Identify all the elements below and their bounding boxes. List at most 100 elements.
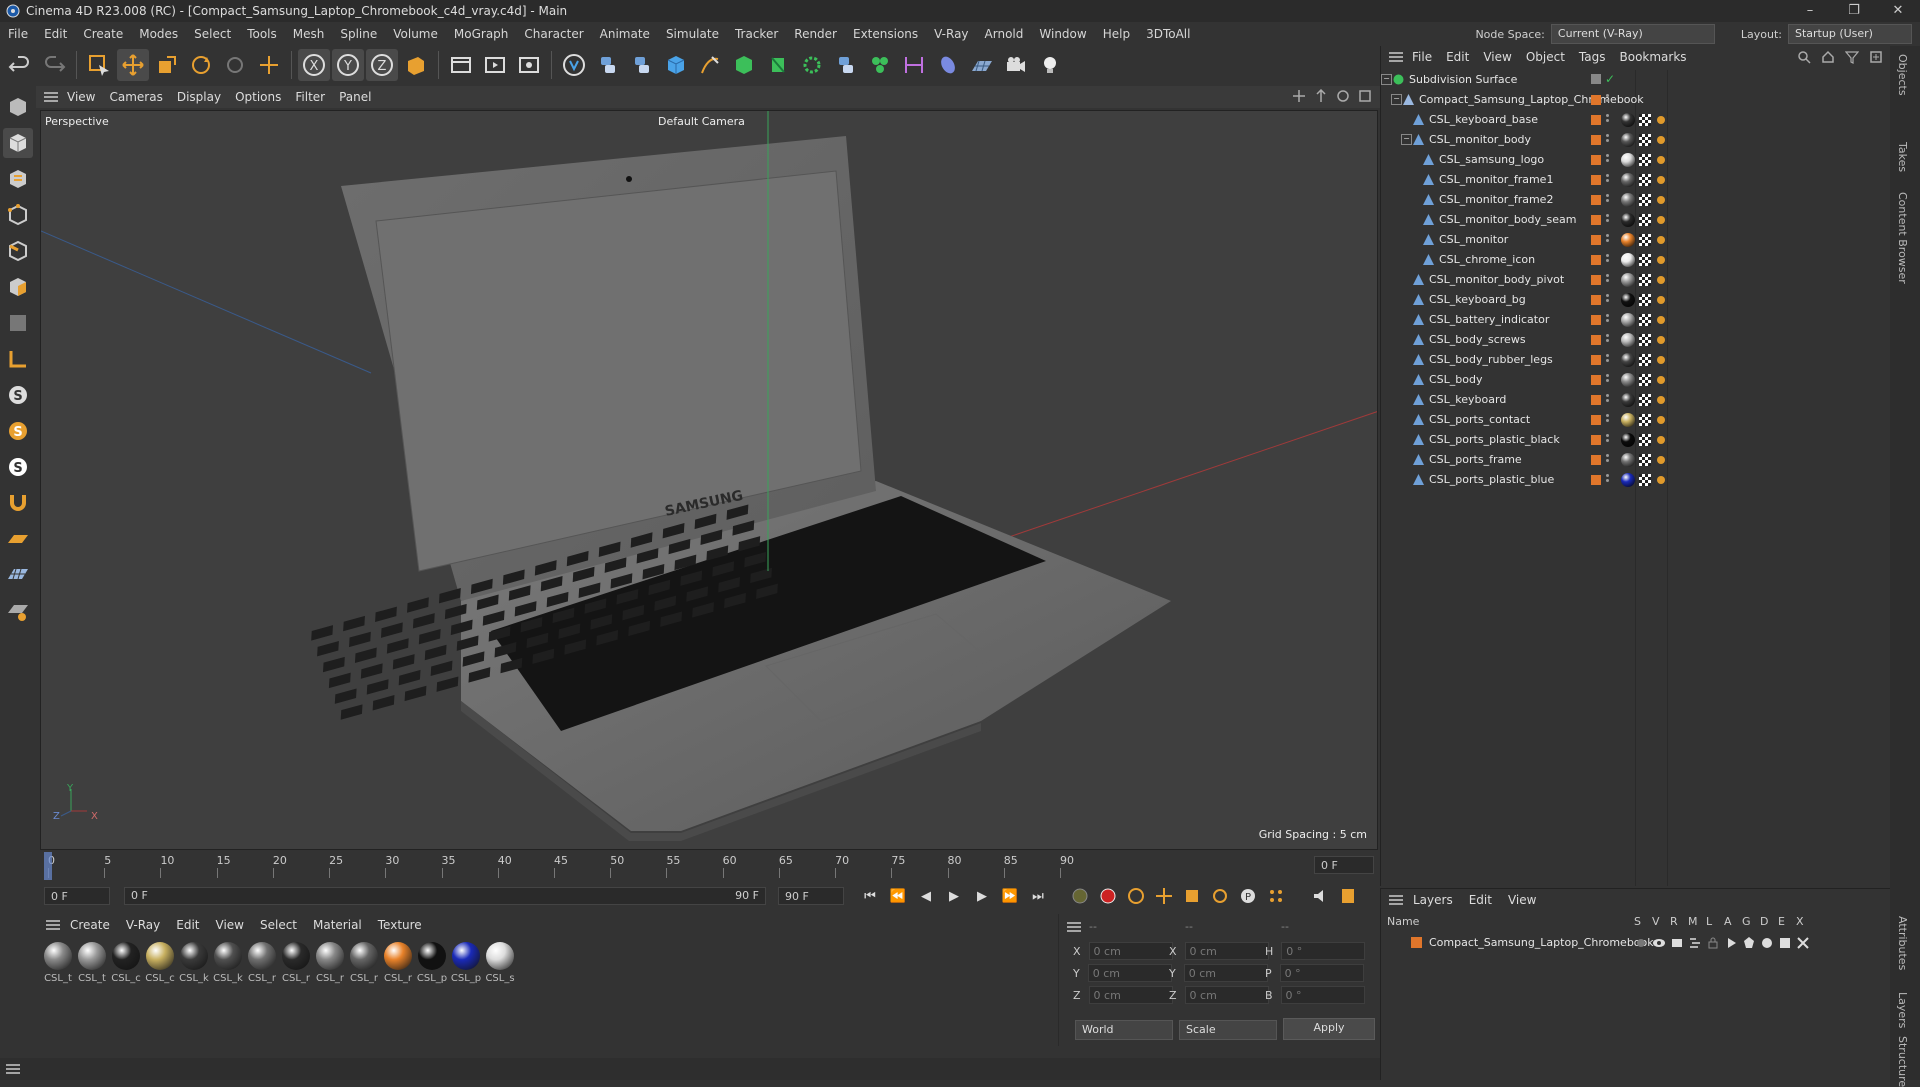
coordinate-input[interactable]: 0 cm xyxy=(1184,942,1269,960)
material-swatch[interactable]: CSL_k xyxy=(178,942,210,984)
expand-toggle-icon[interactable]: − xyxy=(1391,94,1402,105)
vray-tag-icon[interactable] xyxy=(1657,436,1665,444)
previous-key-icon[interactable]: ⏪ xyxy=(886,884,910,908)
object-row[interactable]: CSL_ports_frame xyxy=(1381,450,1891,470)
grid-plane-icon[interactable] xyxy=(3,524,33,554)
visibility-dots-icon[interactable] xyxy=(1606,433,1610,447)
effector-icon[interactable] xyxy=(864,49,896,81)
next-frame-icon[interactable]: ▶ xyxy=(970,884,994,908)
start-frame-field[interactable]: 0 F xyxy=(44,887,110,905)
vray-tag-icon[interactable] xyxy=(1657,376,1665,384)
live-selection-icon[interactable] xyxy=(83,49,115,81)
material-menu-item[interactable]: Create xyxy=(62,918,118,932)
material-tag-icon[interactable] xyxy=(1621,253,1635,267)
apply-button[interactable]: Apply xyxy=(1283,1018,1375,1040)
vray-tag-icon[interactable] xyxy=(1657,296,1665,304)
menu-item[interactable]: Tracker xyxy=(727,27,786,41)
vray-tag-icon[interactable] xyxy=(1657,216,1665,224)
record-keys-icon[interactable] xyxy=(1068,884,1092,908)
point-level-animation-icon[interactable] xyxy=(1264,884,1288,908)
material-tag-icon[interactable] xyxy=(1621,273,1635,287)
material-tag-icon[interactable] xyxy=(1621,213,1635,227)
hamburger-menu-icon[interactable] xyxy=(1387,50,1405,64)
material-tag-icon[interactable] xyxy=(1621,293,1635,307)
layer-color-swatch[interactable] xyxy=(1591,74,1601,84)
uvw-tag-icon[interactable] xyxy=(1639,394,1651,406)
object-row[interactable]: CSL_body xyxy=(1381,370,1891,390)
material-tag-icon[interactable] xyxy=(1621,313,1635,327)
layer-color-swatch[interactable] xyxy=(1591,355,1601,365)
light-icon[interactable] xyxy=(1034,49,1066,81)
expand-toggle-icon[interactable]: − xyxy=(1381,74,1392,85)
layer-color-swatch[interactable] xyxy=(1591,195,1601,205)
layer-color-swatch[interactable] xyxy=(1591,235,1601,245)
object-menu-item[interactable]: Object xyxy=(1519,50,1572,64)
material-tag-icon[interactable] xyxy=(1621,233,1635,247)
visibility-dots-icon[interactable] xyxy=(1606,253,1610,267)
uvw-tag-icon[interactable] xyxy=(1639,194,1651,206)
visibility-dots-icon[interactable] xyxy=(1606,113,1610,127)
go-to-end-icon[interactable]: ⏭ xyxy=(1026,884,1050,908)
frame-range-slider[interactable]: 0 F 90 F xyxy=(124,887,766,905)
structure-tab[interactable]: Structure xyxy=(1896,1036,1909,1087)
timeline-ruler[interactable]: 051015202530354045505560657075808590 0 F xyxy=(40,852,1378,880)
material-tag-icon[interactable] xyxy=(1621,333,1635,347)
material-tag-icon[interactable] xyxy=(1621,433,1635,447)
mograph-cloner-icon[interactable] xyxy=(796,49,828,81)
visible-in-editor-icon[interactable] xyxy=(1652,936,1666,950)
visibility-dots-icon[interactable] xyxy=(1606,373,1610,387)
material-tag-icon[interactable] xyxy=(1621,153,1635,167)
maximize-view-icon[interactable] xyxy=(1358,89,1372,103)
visibility-dots-icon[interactable] xyxy=(1606,213,1610,227)
menu-item[interactable]: MoGraph xyxy=(446,27,517,41)
new-view-icon[interactable] xyxy=(1869,50,1883,64)
texture-mode-icon[interactable] xyxy=(3,164,33,194)
python-script-icon[interactable] xyxy=(626,49,658,81)
visibility-dots-icon[interactable] xyxy=(1606,173,1610,187)
hamburger-menu-icon[interactable] xyxy=(1387,893,1405,907)
visibility-dots-icon[interactable] xyxy=(1606,473,1610,487)
object-row[interactable]: CSL_keyboard xyxy=(1381,390,1891,410)
rotation-key-icon[interactable] xyxy=(1208,884,1232,908)
object-row[interactable]: CSL_monitor_frame2 xyxy=(1381,190,1891,210)
cube-primitive-icon[interactable] xyxy=(660,49,692,81)
visibility-dots-icon[interactable] xyxy=(1606,293,1610,307)
layer-menu-item[interactable]: Edit xyxy=(1461,893,1500,907)
current-frame-field[interactable]: 0 F xyxy=(1314,856,1374,874)
viewport-menu-item[interactable]: Options xyxy=(228,90,288,104)
menu-item[interactable]: 3DToAll xyxy=(1138,27,1198,41)
vray-tag-icon[interactable] xyxy=(1657,396,1665,404)
visibility-dots-icon[interactable] xyxy=(1606,93,1610,107)
vray-tag-icon[interactable] xyxy=(1657,476,1665,484)
menu-item[interactable]: Mesh xyxy=(285,27,333,41)
object-row[interactable]: CSL_keyboard_bg xyxy=(1381,290,1891,310)
coordinate-input[interactable]: 0 ° xyxy=(1279,964,1364,982)
layer-menu-item[interactable]: View xyxy=(1500,893,1544,907)
menu-item[interactable]: Render xyxy=(786,27,845,41)
vray-tag-icon[interactable] xyxy=(1657,136,1665,144)
objects-tab[interactable]: Objects xyxy=(1896,54,1909,96)
object-row[interactable]: CSL_body_screws xyxy=(1381,330,1891,350)
layer-color-swatch[interactable] xyxy=(1591,135,1601,145)
coordinate-input[interactable]: 0 ° xyxy=(1280,986,1365,1004)
position-key-icon[interactable] xyxy=(1152,884,1176,908)
layer-color-swatch[interactable] xyxy=(1591,295,1601,305)
menu-item[interactable]: Modes xyxy=(131,27,186,41)
object-row[interactable]: CSL_ports_plastic_black xyxy=(1381,430,1891,450)
object-row[interactable]: CSL_chrome_icon xyxy=(1381,250,1891,270)
material-menu-item[interactable]: Material xyxy=(305,918,370,932)
move-tool-icon[interactable] xyxy=(117,49,149,81)
python-generator-icon[interactable] xyxy=(830,49,862,81)
layer-color-swatch[interactable] xyxy=(1591,335,1601,345)
grid-snap-icon[interactable] xyxy=(3,560,33,590)
layer-row[interactable]: Compact_Samsung_Laptop_Chromebook xyxy=(1381,933,1891,953)
uvw-tag-icon[interactable] xyxy=(1639,134,1651,146)
uvw-tag-icon[interactable] xyxy=(1639,114,1651,126)
vray-tag-icon[interactable] xyxy=(1657,236,1665,244)
home-icon[interactable] xyxy=(1821,50,1835,64)
vray-tag-icon[interactable] xyxy=(1657,276,1665,284)
material-swatch[interactable]: CSL_r xyxy=(348,942,380,984)
object-row[interactable]: CSL_monitor_frame1 xyxy=(1381,170,1891,190)
layer-color-swatch[interactable] xyxy=(1591,95,1601,105)
material-menu-item[interactable]: Texture xyxy=(370,918,430,932)
